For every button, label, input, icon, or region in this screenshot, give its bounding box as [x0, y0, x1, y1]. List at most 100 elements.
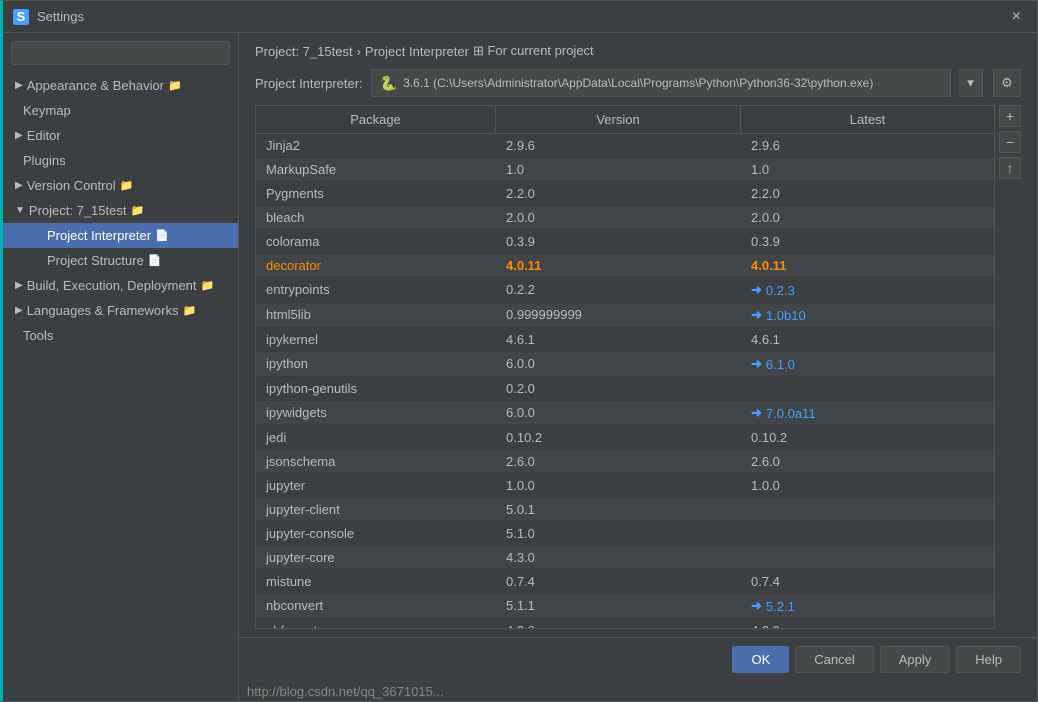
sidebar-item-vcs[interactable]: ▶ Version Control 📁: [3, 173, 238, 198]
table-row[interactable]: mistune0.7.40.7.4: [256, 570, 994, 594]
table-row[interactable]: MarkupSafe1.01.0: [256, 158, 994, 182]
sidebar-item-tools[interactable]: Tools: [3, 323, 238, 348]
table-row[interactable]: nbconvert5.1.1➜5.2.1: [256, 594, 994, 619]
remove-package-button[interactable]: −: [999, 131, 1021, 153]
package-latest: [741, 546, 994, 569]
package-latest: 1.0: [741, 158, 994, 181]
package-latest: 4.3.0: [741, 619, 994, 628]
package-version: 2.2.0: [496, 182, 741, 205]
add-package-button[interactable]: +: [999, 105, 1021, 127]
package-name: jsonschema: [256, 450, 496, 473]
sidebar-item-label: Project Interpreter: [47, 228, 151, 243]
table-row[interactable]: jupyter-console5.1.0: [256, 522, 994, 546]
ok-button[interactable]: OK: [732, 646, 789, 673]
footer: OK Cancel Apply Help: [239, 637, 1037, 681]
sidebar-item-languages[interactable]: ▶ Languages & Frameworks 📁: [3, 298, 238, 323]
sidebar-item-editor[interactable]: ▶ Editor: [3, 123, 238, 148]
package-name: jupyter: [256, 474, 496, 497]
cancel-button[interactable]: Cancel: [795, 646, 873, 673]
table-row[interactable]: decorator4.0.114.0.11: [256, 254, 994, 278]
package-name: jupyter-console: [256, 522, 496, 545]
table-body: Jinja22.9.62.9.6MarkupSafe1.01.0Pygments…: [256, 134, 994, 628]
table-row[interactable]: ipython6.0.0➜6.1.0: [256, 352, 994, 377]
table-row[interactable]: jsonschema2.6.02.6.0: [256, 450, 994, 474]
package-version: 4.0.11: [496, 254, 741, 277]
main-content: ▶ Appearance & Behavior 📁 Keymap ▶ Edito…: [3, 33, 1037, 701]
package-latest: 0.10.2: [741, 426, 994, 449]
package-version: 4.3.0: [496, 546, 741, 569]
table-row[interactable]: Pygments2.2.02.2.0: [256, 182, 994, 206]
package-version: 2.9.6: [496, 134, 741, 157]
sidebar-item-keymap[interactable]: Keymap: [3, 98, 238, 123]
package-version: 0.2.0: [496, 377, 741, 400]
sidebar-item-project[interactable]: ▼ Project: 7_15test 📁: [3, 198, 238, 223]
table-row[interactable]: colorama0.3.90.3.9: [256, 230, 994, 254]
table-row[interactable]: ipywidgets6.0.0➜7.0.0a11: [256, 401, 994, 426]
sidebar-item-appearance[interactable]: ▶ Appearance & Behavior 📁: [3, 73, 238, 98]
table-row[interactable]: ipython-genutils0.2.0: [256, 377, 994, 401]
package-name: bleach: [256, 206, 496, 229]
sidebar-item-plugins[interactable]: Plugins: [3, 148, 238, 173]
table-row[interactable]: entrypoints0.2.2➜0.2.3: [256, 278, 994, 303]
chevron-right-icon: ▶: [15, 80, 23, 91]
table-row[interactable]: nbformat4.3.04.3.0: [256, 619, 994, 628]
sidebar-item-project-interpreter[interactable]: Project Interpreter 📄: [3, 223, 238, 248]
package-version: 1.0: [496, 158, 741, 181]
interpreter-dropdown-button[interactable]: ▾: [959, 69, 983, 97]
table-row[interactable]: jupyter-core4.3.0: [256, 546, 994, 570]
sidebar-item-project-structure[interactable]: Project Structure 📄: [3, 248, 238, 273]
sidebar-item-label: Keymap: [23, 103, 71, 118]
update-arrow-icon: ➜: [751, 282, 762, 298]
package-version: 6.0.0: [496, 352, 741, 376]
latest-version: 7.0.0a11: [766, 406, 816, 421]
sidebar-item-label: Appearance & Behavior: [27, 78, 164, 93]
status-bar: http://blog.csdn.net/qq_3671015...: [239, 681, 1037, 701]
package-version: 5.1.0: [496, 522, 741, 545]
file-icon: 📄: [155, 229, 169, 242]
settings-app-icon: S: [13, 9, 29, 25]
package-latest: 2.0.0: [741, 206, 994, 229]
title-bar-title: Settings: [37, 9, 84, 24]
interpreter-select[interactable]: 🐍 3.6.1 (C:\Users\Administrator\AppData\…: [371, 69, 951, 97]
package-name: ipykernel: [256, 328, 496, 351]
sidebar-item-build[interactable]: ▶ Build, Execution, Deployment 📁: [3, 273, 238, 298]
table-row[interactable]: jupyter-client5.0.1: [256, 498, 994, 522]
package-name: ipython-genutils: [256, 377, 496, 400]
package-name: jupyter-core: [256, 546, 496, 569]
package-name: decorator: [256, 254, 496, 277]
package-latest: ➜1.0b10: [741, 303, 994, 327]
table-row[interactable]: Jinja22.9.62.9.6: [256, 134, 994, 158]
package-version: 2.0.0: [496, 206, 741, 229]
package-latest: 0.3.9: [741, 230, 994, 253]
help-button[interactable]: Help: [956, 646, 1021, 673]
package-name: Pygments: [256, 182, 496, 205]
apply-button[interactable]: Apply: [880, 646, 951, 673]
upgrade-package-button[interactable]: ↑: [999, 157, 1021, 179]
search-input[interactable]: [11, 41, 230, 65]
title-bar-left: S Settings: [13, 9, 84, 25]
table-row[interactable]: jupyter1.0.01.0.0: [256, 474, 994, 498]
sidebar-item-label: Plugins: [23, 153, 66, 168]
table-row[interactable]: ipykernel4.6.14.6.1: [256, 328, 994, 352]
package-version: 4.3.0: [496, 619, 741, 628]
table-row[interactable]: bleach2.0.02.0.0: [256, 206, 994, 230]
package-latest: ➜0.2.3: [741, 278, 994, 302]
folder-icon: 📁: [120, 179, 134, 192]
interpreter-settings-button[interactable]: ⚙: [993, 69, 1021, 97]
package-version: 2.6.0: [496, 450, 741, 473]
close-button[interactable]: ×: [1006, 6, 1027, 28]
breadcrumb-project: Project: 7_15test: [255, 44, 353, 59]
update-arrow-icon: ➜: [751, 356, 762, 372]
chevron-right-icon: ▶: [15, 180, 23, 191]
header-version: Version: [496, 106, 741, 133]
package-version: 4.6.1: [496, 328, 741, 351]
package-name: colorama: [256, 230, 496, 253]
python-icon: 🐍: [380, 75, 397, 92]
package-latest: 4.0.11: [741, 254, 994, 277]
table-row[interactable]: html5lib0.999999999➜1.0b10: [256, 303, 994, 328]
package-name: mistune: [256, 570, 496, 593]
package-name: nbconvert: [256, 594, 496, 618]
chevron-down-icon: ▼: [15, 205, 25, 216]
update-arrow-icon: ➜: [751, 405, 762, 421]
table-row[interactable]: jedi0.10.20.10.2: [256, 426, 994, 450]
